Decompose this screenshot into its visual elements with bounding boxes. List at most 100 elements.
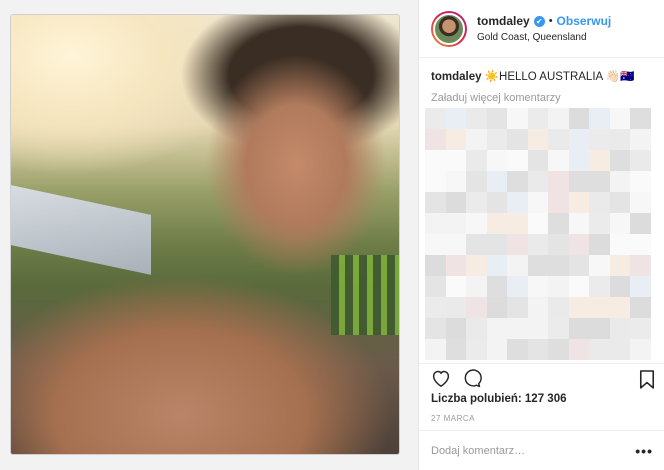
pixel-block — [507, 171, 528, 192]
pixel-block — [486, 276, 508, 297]
more-options-icon[interactable]: ••• — [635, 443, 653, 459]
pixel-block — [609, 318, 631, 339]
pixel-block — [568, 108, 590, 129]
pixel-block — [507, 192, 528, 213]
pixel-block — [507, 129, 528, 150]
pixel-block — [630, 108, 651, 129]
pixel-block — [609, 339, 631, 360]
pixel-block — [445, 171, 467, 192]
comment-input[interactable] — [431, 444, 636, 457]
pixel-block — [445, 234, 467, 255]
pixel-block — [630, 129, 651, 150]
pixel-block — [445, 318, 467, 339]
pixel-block — [630, 192, 651, 213]
pixel-block — [568, 297, 590, 318]
pixel-block — [507, 339, 528, 360]
pixel-block — [425, 150, 446, 171]
pixel-block — [548, 129, 569, 150]
pixel-block — [568, 150, 590, 171]
pixel-block — [425, 171, 446, 192]
pixel-block — [589, 297, 610, 318]
pixel-block — [527, 339, 549, 360]
pixel-block — [589, 318, 610, 339]
username-link[interactable]: tomdaley — [477, 14, 530, 28]
pixel-block — [548, 297, 569, 318]
pixel-block — [630, 297, 651, 318]
comment-bar: ••• — [419, 430, 664, 470]
pixel-block — [630, 150, 651, 171]
pixel-block — [527, 255, 549, 276]
pixel-block — [486, 234, 508, 255]
pixel-block — [589, 213, 610, 234]
caption-username[interactable]: tomdaley — [431, 71, 482, 83]
avatar-image — [433, 12, 465, 45]
pixel-block — [548, 192, 569, 213]
pixel-block — [548, 108, 569, 129]
pixel-block — [507, 234, 528, 255]
pixel-block — [507, 318, 528, 339]
pixel-block — [425, 255, 446, 276]
pixel-block — [548, 150, 569, 171]
pixel-block — [589, 276, 610, 297]
pixel-block — [425, 213, 446, 234]
caption-text: ☀️HELLO AUSTRALIA 👋🏻🇦🇺 — [481, 71, 635, 83]
avatar[interactable] — [431, 10, 467, 47]
pixel-block — [486, 255, 508, 276]
pixel-block — [568, 234, 590, 255]
pixel-block — [425, 234, 446, 255]
pixel-block — [548, 276, 569, 297]
pixel-block — [609, 108, 631, 129]
pixel-block — [466, 255, 487, 276]
load-more-comments-button[interactable]: Załaduj więcej komentarzy — [419, 84, 664, 104]
pixel-block — [589, 339, 610, 360]
bookmark-icon[interactable] — [639, 369, 655, 394]
pixel-block — [466, 339, 487, 360]
pixel-block — [466, 171, 487, 192]
pixel-block — [630, 339, 651, 360]
pixel-block — [589, 129, 610, 150]
comment-icon[interactable] — [462, 369, 482, 393]
pixel-block — [486, 213, 508, 234]
follow-button[interactable]: Obserwuj — [557, 14, 612, 28]
pixel-block — [507, 276, 528, 297]
pixel-block — [425, 318, 446, 339]
pixel-block — [568, 339, 590, 360]
pixel-block — [527, 192, 549, 213]
pixel-block — [548, 213, 569, 234]
pixel-block — [568, 213, 590, 234]
pixel-block — [548, 234, 569, 255]
pixel-block — [568, 192, 590, 213]
pixel-block — [527, 171, 549, 192]
pixel-block — [589, 192, 610, 213]
pixel-block — [548, 255, 569, 276]
post-date[interactable]: 27 MARCA — [431, 414, 475, 423]
location-link[interactable]: Gold Coast, Queensland — [477, 32, 611, 43]
pixel-block — [445, 108, 467, 129]
pixel-block — [425, 297, 446, 318]
pixel-block — [466, 234, 487, 255]
pixel-block — [527, 234, 549, 255]
pixel-block — [527, 108, 549, 129]
post-photo[interactable] — [10, 14, 400, 455]
pixel-block — [445, 276, 467, 297]
pixel-block — [486, 339, 508, 360]
pixel-block — [466, 108, 487, 129]
pixel-block — [609, 255, 631, 276]
pixel-block — [486, 318, 508, 339]
pixel-block — [507, 108, 528, 129]
pixel-block — [589, 234, 610, 255]
pixel-block — [445, 297, 467, 318]
pixel-block — [568, 255, 590, 276]
verified-icon: ✔ — [533, 15, 545, 27]
pixel-block — [425, 108, 446, 129]
heart-icon[interactable] — [431, 369, 451, 392]
pixel-block — [445, 339, 467, 360]
pixel-block — [445, 192, 467, 213]
pixel-block — [466, 192, 487, 213]
likes-count[interactable]: Liczba polubień: 127 306 — [431, 393, 566, 405]
pixel-block — [425, 276, 446, 297]
pixel-block — [527, 276, 549, 297]
header-text: tomdaley ✔ • Obserwuj Gold Coast, Queens… — [477, 14, 611, 43]
pixel-block — [425, 129, 446, 150]
pixel-block — [445, 255, 467, 276]
